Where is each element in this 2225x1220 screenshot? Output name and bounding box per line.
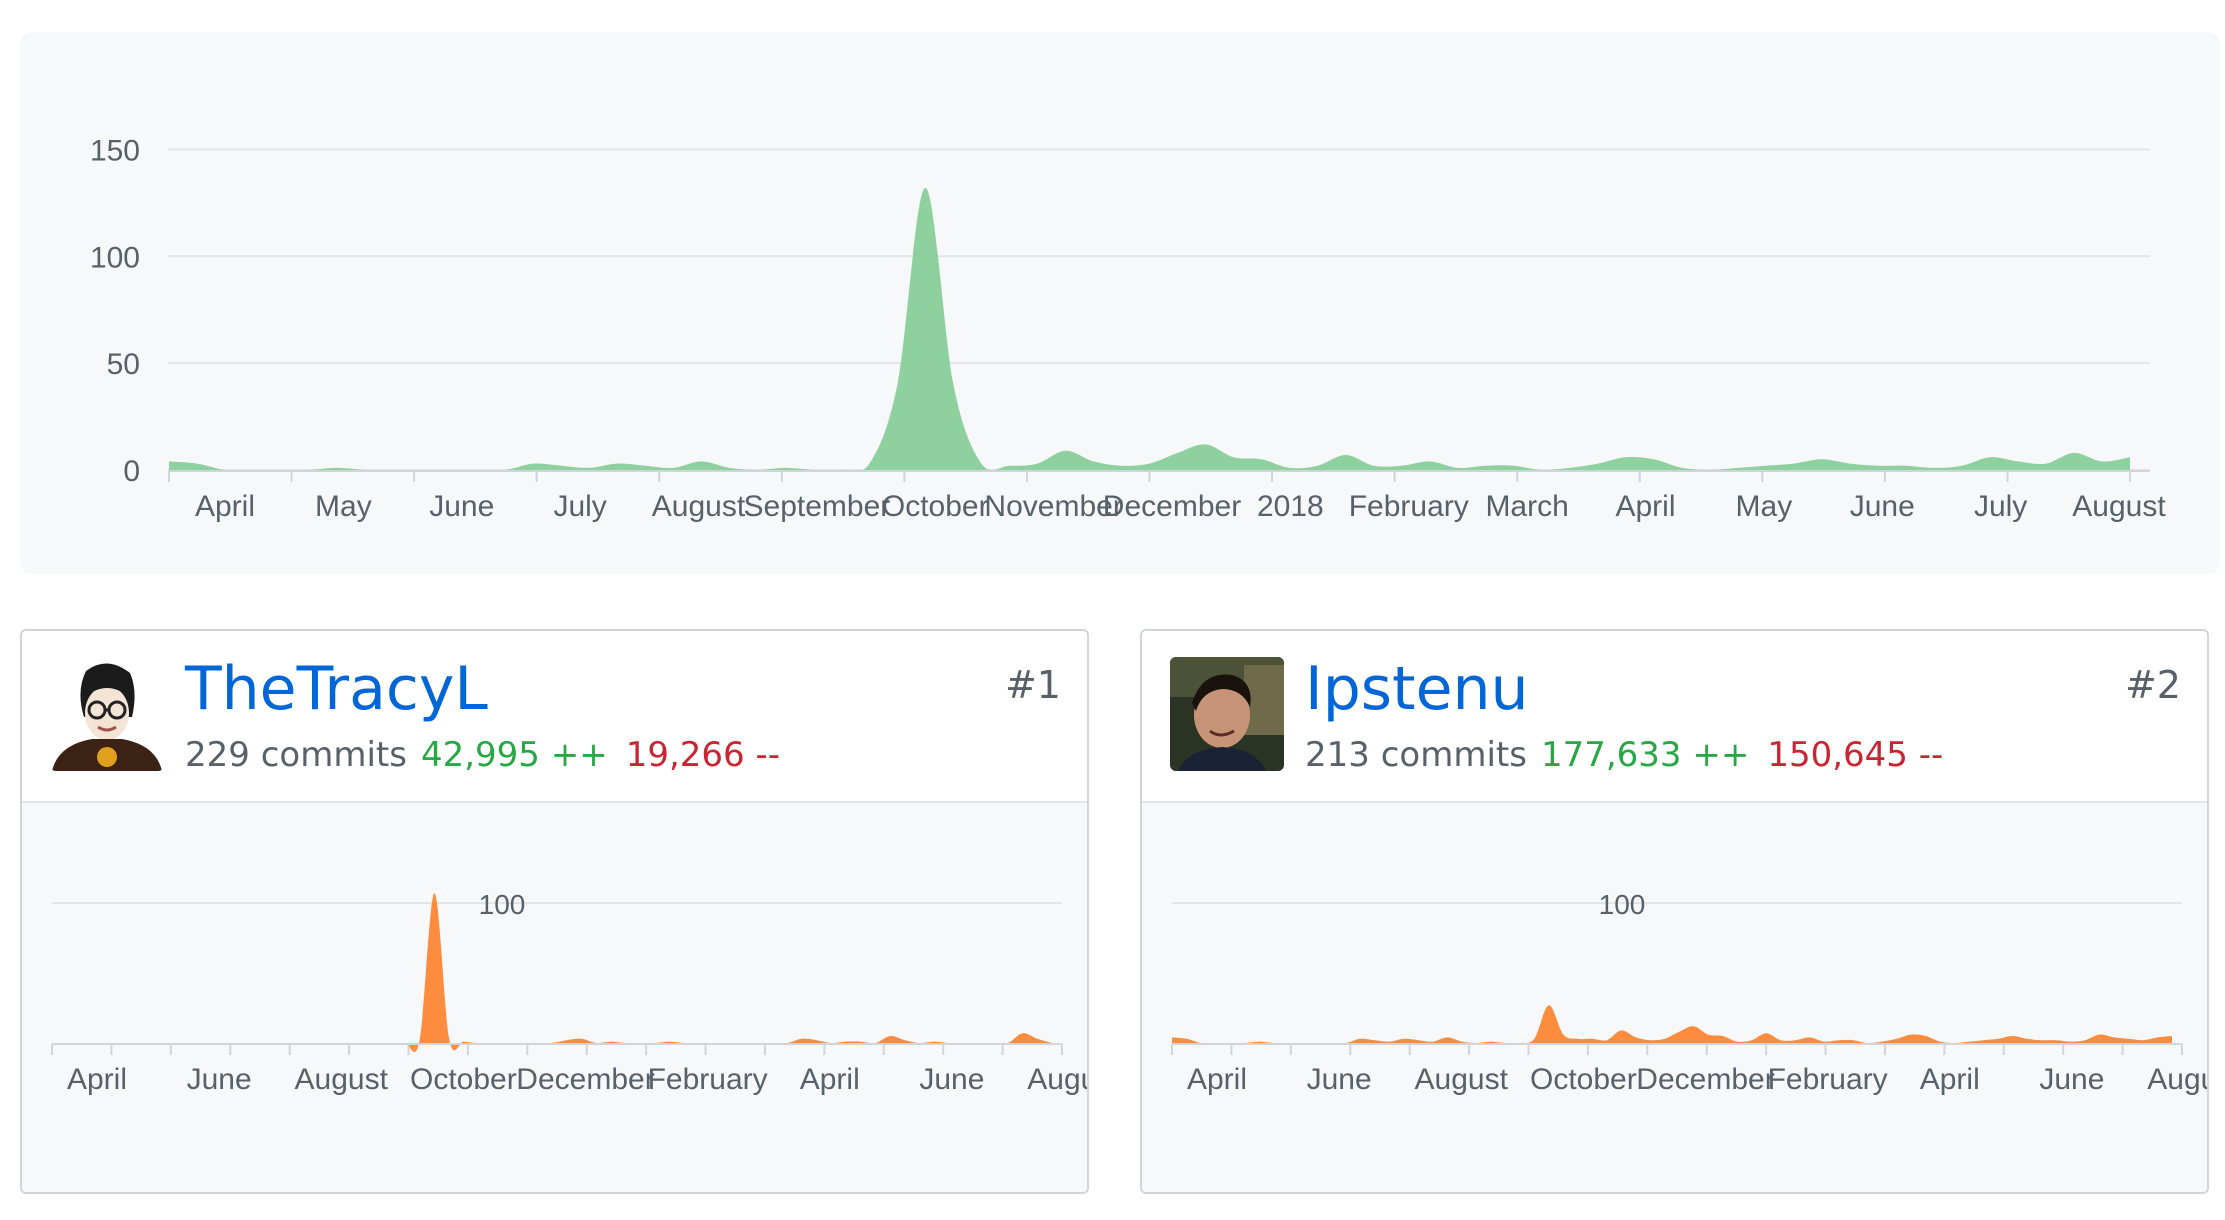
x-tick-label: June xyxy=(2039,1063,2104,1096)
x-tick-label: July xyxy=(553,490,606,523)
x-tick-label: June xyxy=(429,490,494,523)
avatar[interactable] xyxy=(1170,657,1284,771)
contributor-card-header: TheTracyL 229 commits 42,995 ++ 19,266 -- … xyxy=(22,631,1087,803)
contributor-chart-area: 100 April June August October December Februar… xyxy=(22,803,1087,1192)
contributor-rank: #2 xyxy=(2124,663,2181,707)
contributor-stats: 213 commits 177,633 ++ 150,645 -- xyxy=(1305,735,1943,775)
contributor-username[interactable]: TheTracyL xyxy=(185,659,488,719)
y-tick-label: 0 xyxy=(123,455,140,488)
x-tick-label: June xyxy=(1850,490,1915,523)
x-tick-label: October xyxy=(882,490,989,523)
contributor-rank: #1 xyxy=(1004,663,1061,707)
x-tick-label: August xyxy=(652,490,746,523)
contributor-commits-chart: 100 April June August October DecemberFebruar… xyxy=(1171,889,2209,1096)
x-tick-label: December xyxy=(516,1063,654,1096)
commits-count[interactable]: 229 commits xyxy=(185,735,407,775)
contributor-commits-chart: 100 April June August October DecemberFebruar… xyxy=(51,889,1089,1096)
x-tick-label: April xyxy=(800,1063,860,1096)
x-tick-label: December xyxy=(1636,1063,1774,1096)
x-tick-label: October xyxy=(1530,1063,1637,1096)
x-tick-label: February xyxy=(1349,490,1469,523)
y-tick-label: 100 xyxy=(479,889,526,920)
additions-count: 42,995 ++ xyxy=(420,735,608,775)
contributor-card-header: Ipstenu 213 commits 177,633 ++ 150,645 -- … xyxy=(1142,631,2207,803)
x-tick-label: April xyxy=(1187,1063,1247,1096)
x-tick-label: May xyxy=(1736,490,1793,523)
avatar[interactable] xyxy=(50,657,164,771)
x-tick-label: 2018 xyxy=(1257,490,1324,523)
area-series xyxy=(52,893,1052,1052)
x-tick-label: February xyxy=(648,1063,768,1096)
y-tick-label: 100 xyxy=(1599,889,1646,920)
area-series xyxy=(169,187,2130,472)
deletions-count: 150,645 -- xyxy=(1767,735,1944,775)
commits-overview-chart: 150 100 50 0 April May June July August September… xyxy=(20,32,2220,574)
x-tick-label: June xyxy=(919,1063,984,1096)
y-tick-label: 100 xyxy=(90,241,140,274)
x-tick-label: August xyxy=(1415,1063,1509,1096)
contributor-card-1: TheTracyL 229 commits 42,995 ++ 19,266 -- … xyxy=(20,629,1089,1194)
deletions-count: 19,266 -- xyxy=(625,735,781,775)
x-tick-label: June xyxy=(1307,1063,1372,1096)
x-tick-label: September xyxy=(744,490,891,523)
x-tick-label: July xyxy=(1974,490,2027,523)
y-tick-label: 50 xyxy=(107,348,140,381)
x-tick-label: August xyxy=(2072,490,2166,523)
additions-count: 177,633 ++ xyxy=(1540,735,1750,775)
area-series xyxy=(1172,1005,2172,1044)
contributor-username[interactable]: Ipstenu xyxy=(1305,659,1529,719)
y-tick-label: 150 xyxy=(90,134,140,167)
x-tick-label: October xyxy=(410,1063,517,1096)
x-tick-label: June xyxy=(187,1063,252,1096)
x-tick-label: August xyxy=(2147,1063,2209,1096)
commits-count[interactable]: 213 commits xyxy=(1305,735,1527,775)
x-tick-label: April xyxy=(195,490,255,523)
contributor-chart-area: 100 April June August October December Februar… xyxy=(1142,803,2207,1192)
x-tick-label: February xyxy=(1768,1063,1888,1096)
x-tick-label: April xyxy=(67,1063,127,1096)
x-tick-label: April xyxy=(1920,1063,1980,1096)
x-tick-label: December xyxy=(1103,490,1241,523)
contributor-card-2: Ipstenu 213 commits 177,633 ++ 150,645 -- … xyxy=(1140,629,2209,1194)
commits-overview-svg: 150100500April May June July AugustSeptember… xyxy=(90,134,2166,523)
contributor-stats: 229 commits 42,995 ++ 19,266 -- xyxy=(185,735,780,775)
x-tick-label: August xyxy=(1027,1063,1089,1096)
x-tick-label: May xyxy=(315,490,372,523)
x-tick-label: March xyxy=(1485,490,1568,523)
x-tick-label: April xyxy=(1615,490,1675,523)
x-tick-label: August xyxy=(295,1063,389,1096)
